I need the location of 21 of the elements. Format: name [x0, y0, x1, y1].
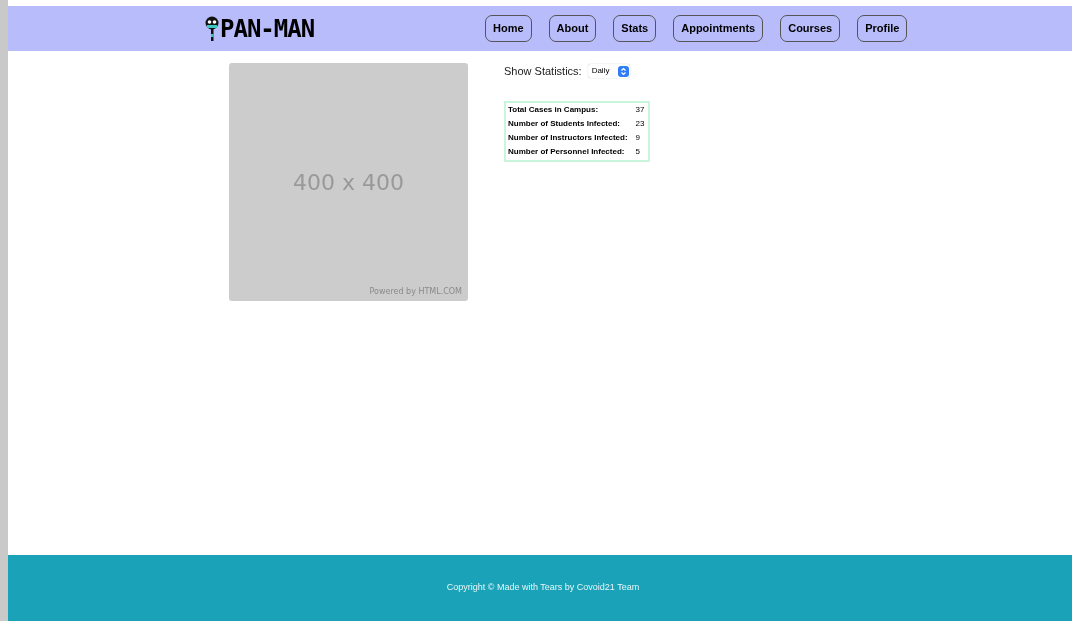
statistic-value: 5: [635, 146, 642, 158]
statistic-name: Total Cases in Campus:: [508, 104, 600, 116]
nav-button[interactable]: Stats: [613, 15, 657, 42]
statistic-value: 37: [635, 104, 646, 116]
logo-text[interactable]: PAN-MAN: [220, 16, 315, 41]
statistic-name: Number of Personnel Infected:: [508, 146, 626, 158]
statistic-name: Number of Students Infected:: [508, 118, 621, 130]
copyright-text: Copyright © Made with Tears by Covoid21 Team: [446, 581, 640, 595]
nav-button[interactable]: Profile: [857, 15, 908, 42]
nav-button[interactable]: About: [548, 15, 597, 42]
period-select[interactable]: Daily: [587, 64, 631, 79]
statistic-value: 23: [635, 118, 646, 130]
select-arrows-icon: [618, 65, 630, 77]
image-credit: Powered by HTML.COM: [369, 286, 462, 298]
statistic-value: 9: [635, 132, 642, 144]
statistic-name: Number of Instructors Infected:: [508, 132, 629, 144]
statistics-label: Show Statistics:: [504, 64, 582, 79]
nav-button[interactable]: Courses: [780, 15, 841, 42]
mascot-icon: [205, 15, 219, 42]
nav-button[interactable]: Home: [485, 15, 532, 42]
nav-button[interactable]: Appointments: [673, 15, 764, 42]
